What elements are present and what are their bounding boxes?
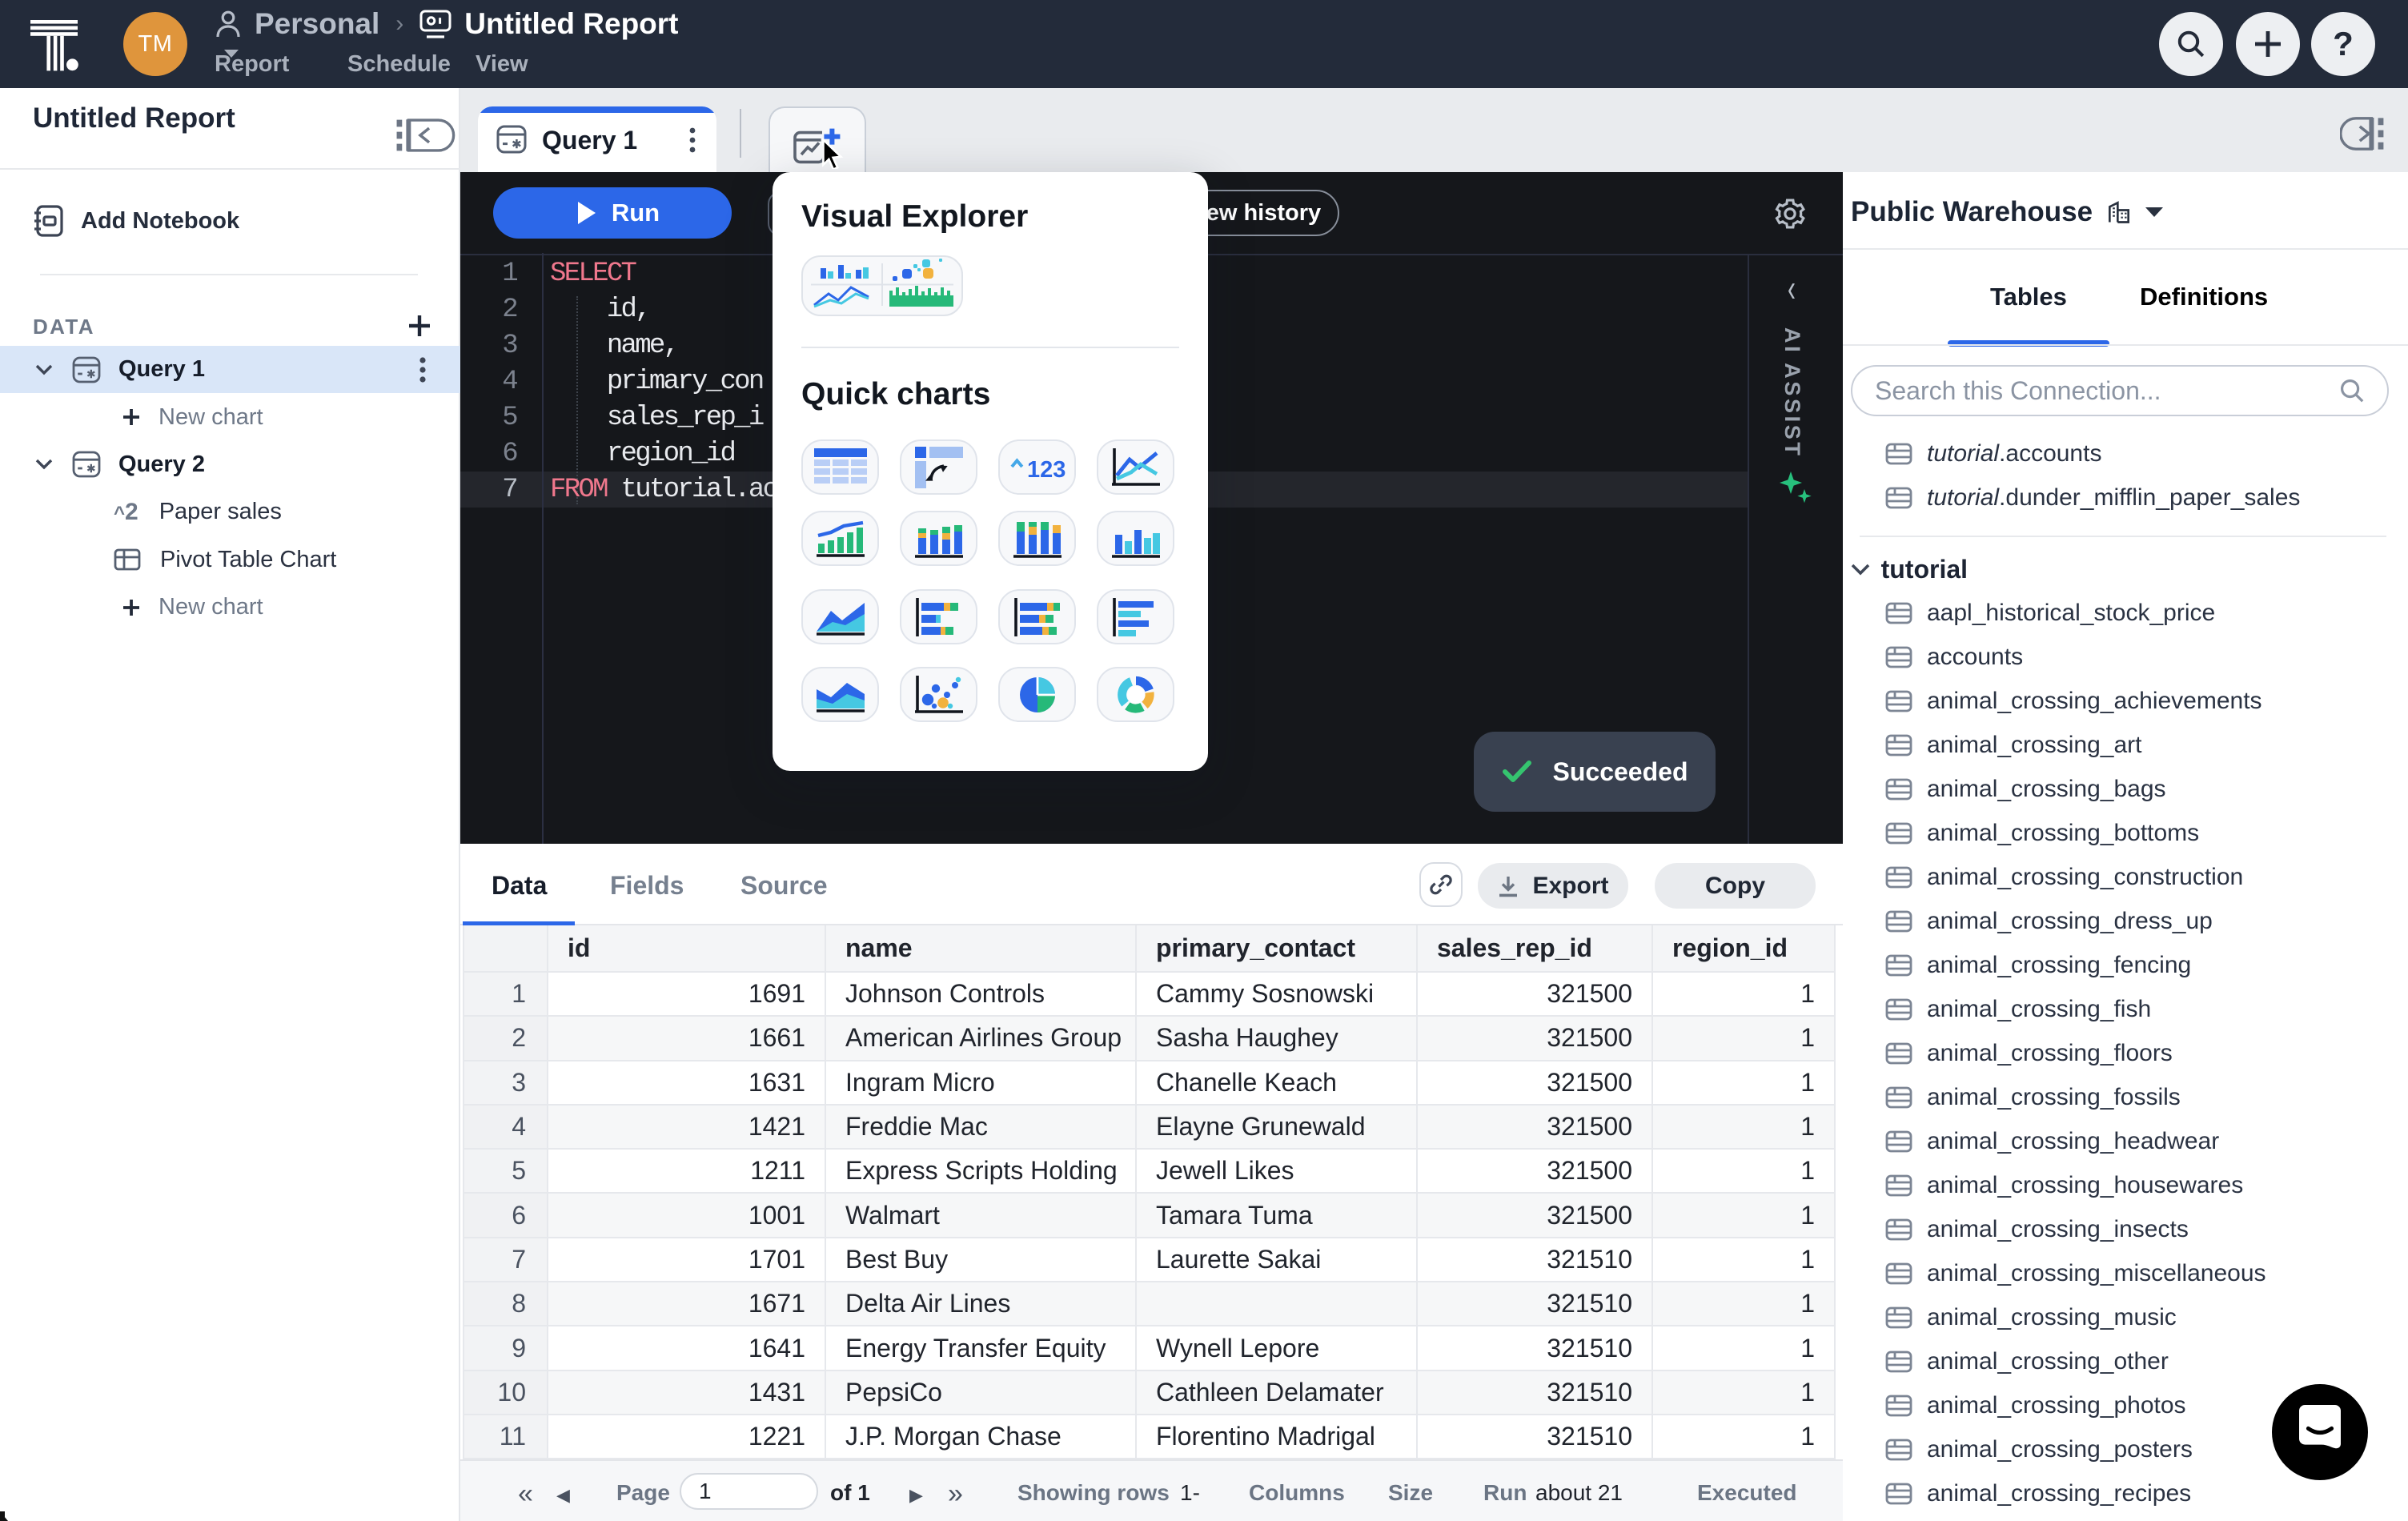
svg-text:123: 123 bbox=[1027, 457, 1066, 480]
